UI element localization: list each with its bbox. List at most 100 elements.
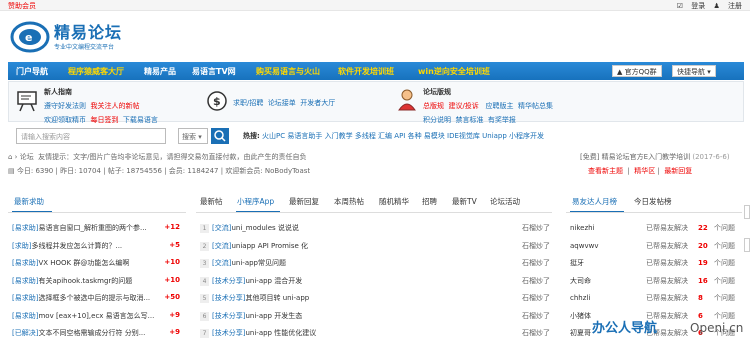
row-tag[interactable]: [易求助] [12,224,38,232]
tab-monthly-rank[interactable]: 易友达人月榜 [572,196,617,207]
rules-link[interactable]: 遵守好发法则 [44,102,86,110]
rank-row[interactable]: nikezhi 已帮易友解决 22 个问题 [570,223,742,235]
side-float-button[interactable] [744,238,750,252]
report-link[interactable]: 有奖举报 [488,116,516,124]
sponsor-link[interactable]: 赞助会员 [8,1,36,11]
apply-mod-link[interactable]: 应聘版主 [486,102,514,110]
followed-posts-link[interactable]: 我关注人的新帖 [90,102,139,110]
search-input[interactable]: 请输入搜索内容 [16,128,166,144]
row-tag[interactable]: [已解决] [12,329,38,337]
row-author[interactable]: 石榴炒了 [522,241,550,251]
nav-products[interactable]: 精易产品 [144,66,176,77]
row-author[interactable]: 石榴炒了 [522,223,550,233]
rank-user[interactable]: nikezhi [570,224,646,232]
row-title[interactable]: 多线程并发应怎么计算的？... [31,242,122,250]
row-author[interactable]: 石榴炒了 [522,311,550,321]
row-tag[interactable]: [技术分享] [212,329,245,337]
official-qq-button[interactable]: ▲ 官方QQ群 [612,65,662,77]
checkin-link[interactable]: 每日签到 [90,116,118,124]
nav-tv[interactable]: 易语言TV网 [192,66,236,77]
hot-links[interactable]: 火山PC 易语言助手 入门教学 多线程 汇编 API 各种 易模块 IDE视觉库… [262,132,544,140]
row-title[interactable]: uni-app常见问题 [231,259,286,267]
post-row[interactable]: 7 [技术分享]uni-app 性能优化建议 石榴炒了 [200,328,552,340]
post-row[interactable]: 4 [技术分享]uni-app 混合开发 石榴炒了 [200,276,552,288]
row-tag[interactable]: [易求助] [12,294,38,302]
rank-user[interactable]: 大司命 [570,276,646,286]
nav-portal[interactable]: 门户导航 [16,66,48,77]
suggest-link[interactable]: 建议/投诉 [448,102,478,110]
essence-area-link[interactable]: 精华区 [634,167,655,175]
tab-random-essence[interactable]: 随机精华 [379,196,409,207]
tab-latest-reply[interactable]: 最新回复 [289,196,319,207]
rank-row[interactable]: 大司命 已帮易友解决 16 个问题 [570,276,742,288]
rank-row[interactable]: aqwvwv 已帮易友解决 20 个问题 [570,241,742,253]
points-link[interactable]: 积分说明 [423,116,451,124]
jobs-link[interactable]: 求职/招聘 [233,99,263,107]
tab-miniapp[interactable]: 小程序App [237,196,274,207]
coins-link[interactable]: 欢迎领取精币 [44,116,86,124]
help-row[interactable]: [易求助]mov [eax+10],ecx 易语言怎么写... +9 [12,311,182,323]
row-tag[interactable]: [求助] [12,242,31,250]
row-title[interactable]: mov [eax+10],ecx 易语言怎么写... [38,312,154,320]
side-float-button[interactable] [744,205,750,219]
row-title[interactable]: uniapp API Promise 化 [231,242,308,250]
rank-user[interactable]: 挺牙 [570,258,646,268]
row-author[interactable]: 石榴炒了 [522,293,550,303]
new-topics-link[interactable]: 查看新主题 [588,167,623,175]
ban-standard-link[interactable]: 禁言标准 [455,116,483,124]
tab-latest-tv[interactable]: 最新TV [452,196,477,207]
tab-activities[interactable]: 论坛活动 [490,196,520,207]
search-type-select[interactable]: 搜索 ▾ [178,128,208,144]
help-row[interactable]: [易求助]选择框多个被选中后的提示与取消... +50 [12,293,182,305]
post-row[interactable]: 3 [交流]uni-app常见问题 石榴炒了 [200,258,552,270]
quick-nav-button[interactable]: 快捷导航 ▾ [672,65,716,77]
help-row[interactable]: [已解决]文本不同空格需输成分行符 分别... +9 [12,328,182,340]
orders-link[interactable]: 论坛接单 [268,99,296,107]
site-logo[interactable]: e 精易论坛 专业中文编程交流平台 [10,19,130,55]
row-title[interactable]: uni-app 性能优化建议 [245,329,316,337]
help-row[interactable]: [易求助]VX HOOK 群@功能怎么编啊 +10 [12,258,182,270]
nav-weike[interactable]: 程序猿威客大厅 [68,66,124,77]
tab-latest-posts[interactable]: 最新帖 [200,196,223,207]
rank-row[interactable]: chhzli 已帮易友解决 8 个问题 [570,293,742,305]
row-tag[interactable]: [交流] [212,224,231,232]
post-row[interactable]: 2 [交流]uniapp API Promise 化 石榴炒了 [200,241,552,253]
row-author[interactable]: 石榴炒了 [522,276,550,286]
search-button[interactable] [211,128,229,144]
row-title[interactable]: 有关apihook.taskmgr的问题 [38,277,132,285]
breadcrumb-forum[interactable]: 论坛 [20,153,34,161]
row-title[interactable]: 文本不同空格需输成分行符 分别... [38,329,145,337]
post-row[interactable]: 6 [技术分享]uni-app 开发生态 石榴炒了 [200,311,552,323]
rank-user[interactable]: aqwvwv [570,242,646,250]
dev-hall-link[interactable]: 开发者大厅 [300,99,335,107]
help-row[interactable]: [易求助]有关apihook.taskmgr的问题 +10 [12,276,182,288]
announcement[interactable]: [免费] 精易论坛官方E入门教学培训 (2017-6-6) [580,152,730,162]
row-author[interactable]: 石榴炒了 [522,328,550,338]
tab-weekly-hot[interactable]: 本周热帖 [334,196,364,207]
row-title[interactable]: VX HOOK 群@功能怎么编啊 [38,259,129,267]
tab-daily-posts[interactable]: 今日发帖榜 [634,196,672,207]
row-title[interactable]: 其他项目转 uni-app [245,294,309,302]
rank-row[interactable]: 挺牙 已帮易友解决 19 个问题 [570,258,742,270]
row-tag[interactable]: [技术分享] [212,294,245,302]
row-tag[interactable]: [交流] [212,259,231,267]
tab-latest-help[interactable]: 最新求助 [14,196,44,207]
row-tag[interactable]: [技术分享] [212,312,245,320]
row-tag[interactable]: [易求助] [12,312,38,320]
row-title[interactable]: uni-app 开发生态 [245,312,302,320]
register-link[interactable]: ♟ 注册 [713,2,742,10]
essence-link[interactable]: 精华帖总集 [518,102,553,110]
tab-jobs[interactable]: 招聘 [422,196,437,207]
nav-buy[interactable]: 购买易语言与火山 [256,66,320,77]
latest-reply-link[interactable]: 最新回复 [664,167,692,175]
row-tag[interactable]: [易求助] [12,259,38,267]
home-icon[interactable]: ⌂ [8,153,12,161]
help-row[interactable]: [求助]多线程并发应怎么计算的？... +5 [12,241,182,253]
nav-training[interactable]: 软件开发培训班 [338,66,394,77]
rules-main-link[interactable]: 总版规 [423,102,444,110]
download-link[interactable]: 下载易语言 [123,116,158,124]
row-title[interactable]: uni-app 混合开发 [245,277,302,285]
row-tag[interactable]: [交流] [212,242,231,250]
post-row[interactable]: 1 [交流]uni_modules 说说说 石榴炒了 [200,223,552,235]
post-row[interactable]: 5 [技术分享]其他项目转 uni-app 石榴炒了 [200,293,552,305]
